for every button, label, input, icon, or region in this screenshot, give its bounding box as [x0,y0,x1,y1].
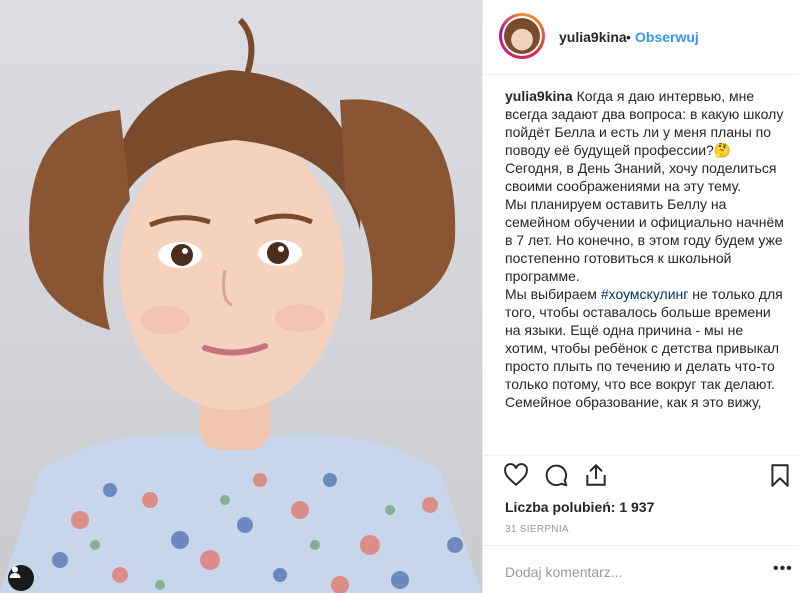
more-options-button[interactable]: ••• [773,560,793,578]
comment-button[interactable] [543,462,571,490]
heart-icon [504,463,528,487]
bookmark-icon [771,464,789,487]
actions-divider [483,455,799,456]
hashtag-link[interactable]: #хоумскулинг [601,286,689,302]
separator-dot: • [626,29,631,45]
girl-portrait-image [0,17,482,593]
caption-text-4: Семейное образование, как я это вижу, [505,394,762,410]
caption-username[interactable]: yulia9kina [505,88,573,104]
share-icon [586,464,606,486]
post-caption: yulia9kina Когда я даю интервью, мне все… [505,87,787,454]
share-button[interactable] [583,462,611,490]
comment-divider [483,545,799,546]
post-photo[interactable] [0,0,482,593]
action-bar [503,462,793,492]
comment-input[interactable] [505,562,745,582]
username-link[interactable]: yulia9kina [559,29,627,45]
caption-text-2: Мы планируем оставить Беллу на семейном … [505,196,784,284]
post-header: yulia9kina • Obserwuj [483,0,799,75]
save-button[interactable] [767,462,795,490]
like-button[interactable] [503,462,531,490]
comment-icon [545,464,568,487]
post-date[interactable]: 31 SIERPNIA [505,524,569,535]
avatar[interactable] [499,13,545,59]
caption-text-3a: Мы выбираем [505,286,601,302]
user-tag-button[interactable] [8,565,34,591]
likes-count[interactable]: Liczba polubień: 1 937 [505,499,654,515]
user-tag-icon [9,566,21,578]
post-side-panel: yulia9kina • Obserwuj yulia9kina Когда я… [483,0,799,593]
follow-button[interactable]: Obserwuj [635,29,699,45]
